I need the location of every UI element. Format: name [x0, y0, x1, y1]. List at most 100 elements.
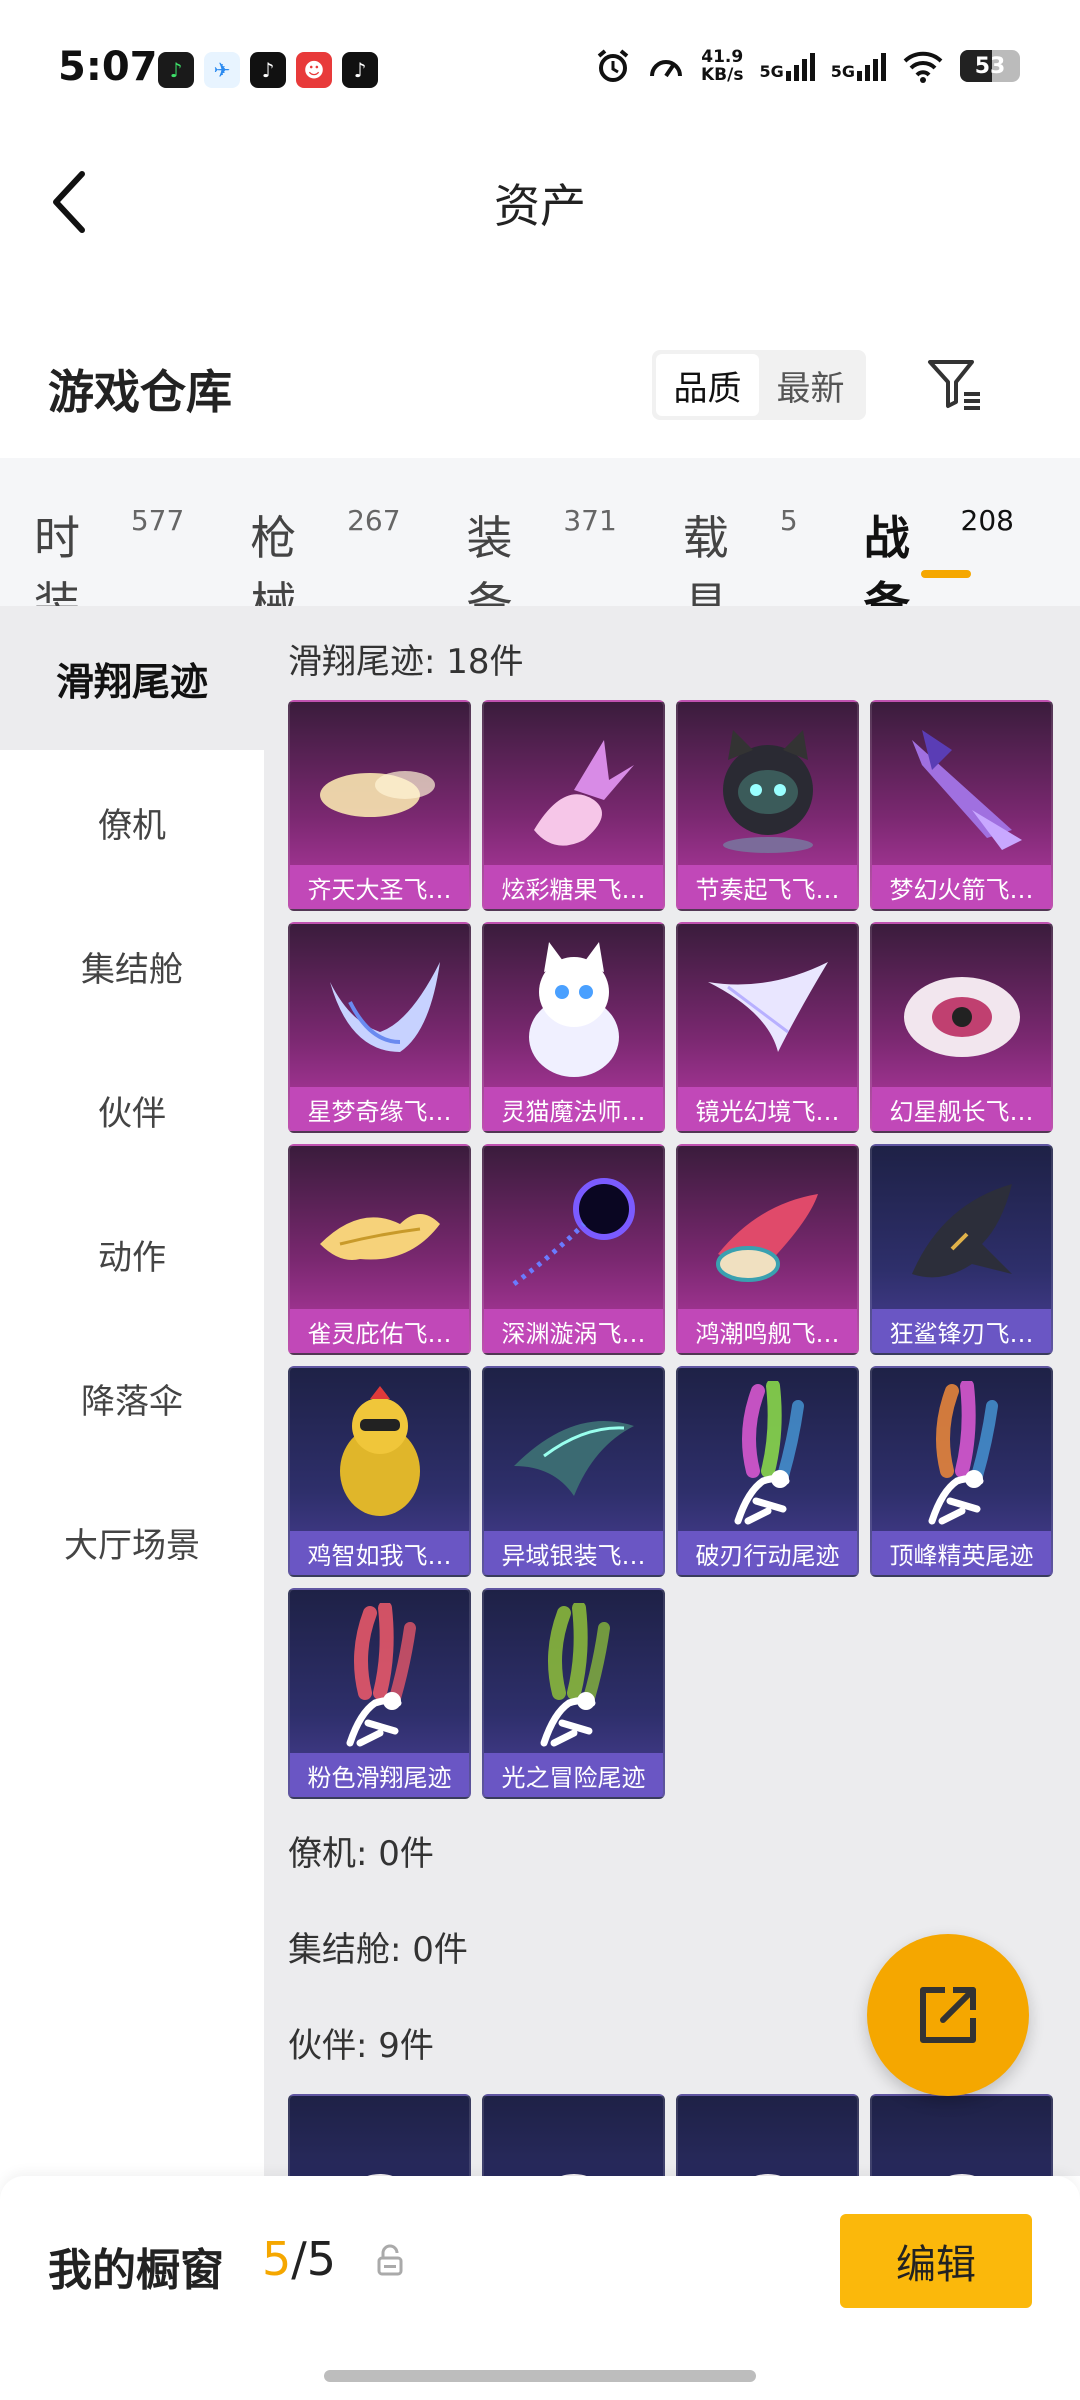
item-card[interactable]: 顶峰精英尾迹 — [870, 1366, 1053, 1577]
shark-icon — [872, 1154, 1051, 1314]
item-name: 破刃行动尾迹 — [678, 1531, 857, 1575]
tab-fashion[interactable]: 时装 577 — [34, 458, 185, 631]
item-name: 光之冒险尾迹 — [484, 1753, 663, 1797]
sidebar-item-emote[interactable]: 动作 — [0, 1182, 264, 1326]
item-card[interactable]: 鸡智如我飞… — [288, 1366, 471, 1577]
clock: 5:07 — [58, 44, 158, 90]
saucer-icon — [872, 932, 1051, 1092]
tab-vehicles[interactable]: 载具 5 — [683, 458, 798, 631]
showcase-count: 5/5 — [262, 2232, 337, 2286]
item-card[interactable]: 光之冒险尾迹 — [482, 1588, 665, 1799]
tab-count: 371 — [563, 504, 617, 537]
smoke-trail-icon — [484, 1598, 663, 1758]
item-card[interactable] — [288, 2094, 471, 2176]
item-name: 狂鲨锋刃飞… — [872, 1309, 1051, 1353]
smoke-trail-icon — [290, 1598, 469, 1758]
companion-icon — [872, 2104, 1051, 2176]
item-card[interactable]: 粉色滑翔尾迹 — [288, 1588, 471, 1799]
wing-icon — [290, 932, 469, 1092]
item-name: 异域银装飞… — [484, 1531, 663, 1575]
companion-icon — [678, 2104, 857, 2176]
edit-button[interactable]: 编辑 — [840, 2214, 1032, 2308]
item-name: 鸿潮鸣舰飞… — [678, 1309, 857, 1353]
item-name: 炫彩糖果飞… — [484, 865, 663, 909]
tab-count: 208 — [960, 504, 1014, 537]
tab-count: 267 — [347, 504, 401, 537]
item-card[interactable]: 深渊漩涡飞… — [482, 1144, 665, 1355]
share-button[interactable] — [867, 1934, 1029, 2096]
item-name: 梦幻火箭飞… — [872, 865, 1051, 909]
sidebar-item-lobby-scene[interactable]: 大厅场景 — [0, 1470, 264, 1614]
item-name: 雀灵庇佑飞… — [290, 1309, 469, 1353]
system-indicators: 41.9 KB/s 5G 5G 53 — [595, 48, 1020, 84]
sidebar-item-parachute[interactable]: 降落伞 — [0, 1326, 264, 1470]
warehouse-header: 游戏仓库 品质 最新 — [0, 340, 1080, 450]
sort-latest-option[interactable]: 最新 — [759, 354, 862, 416]
sidebar-item-rally-pod[interactable]: 集结舱 — [0, 894, 264, 1038]
rocket-icon — [872, 710, 1051, 870]
companion-icon — [484, 2104, 663, 2176]
speedometer-icon — [650, 60, 682, 78]
item-name: 顶峰精英尾迹 — [872, 1531, 1051, 1575]
alarm-icon — [597, 49, 629, 82]
sort-quality-option[interactable]: 品质 — [656, 354, 759, 416]
smoke-trail-icon — [872, 1376, 1051, 1536]
item-card[interactable]: 梦幻火箭飞… — [870, 700, 1053, 911]
group-title-glide-trail: 滑翔尾迹: 18件 — [288, 642, 524, 682]
tab-count: 577 — [130, 504, 185, 537]
item-card[interactable]: 雀灵庇佑飞… — [288, 1144, 471, 1355]
lock-icon — [377, 2244, 403, 2276]
chicken-icon — [290, 1376, 469, 1536]
item-name: 镜光幻境飞… — [678, 1087, 857, 1131]
group-title-partner: 伙伴: 9件 — [288, 2026, 434, 2066]
ship-icon — [678, 1154, 857, 1314]
sidebar-item-wingman[interactable]: 僚机 — [0, 750, 264, 894]
network-speed: 41.9 KB/s — [701, 47, 744, 85]
tab-guns[interactable]: 枪械 267 — [250, 458, 401, 631]
category-tabs: 时装 577 枪械 267 装备 371 载具 5 战备 208 — [0, 458, 1080, 631]
tab-equipment[interactable]: 装备 371 — [467, 458, 617, 631]
item-name: 深渊漩涡飞… — [484, 1309, 663, 1353]
item-name: 粉色滑翔尾迹 — [290, 1753, 469, 1797]
active-tab-indicator — [920, 570, 971, 578]
item-card[interactable]: 破刃行动尾迹 — [676, 1366, 859, 1577]
showcase-bar: 我的橱窗 5/5 编辑 — [0, 2176, 1080, 2400]
warehouse-title: 游戏仓库 — [48, 365, 232, 419]
game-app-icon: ☻ — [296, 52, 332, 88]
feather-wing-icon — [678, 932, 857, 1092]
home-indicator[interactable] — [324, 2370, 756, 2382]
share-icon — [920, 1987, 976, 2043]
cell-signal-1: 5G — [759, 51, 815, 81]
companion-icon — [290, 2104, 469, 2176]
group-title-rally-pod: 集结舱: 0件 — [288, 1930, 468, 1970]
group-title-wingman: 僚机: 0件 — [288, 1834, 434, 1874]
item-card[interactable]: 节奏起飞飞… — [676, 700, 859, 911]
item-card[interactable] — [676, 2094, 859, 2176]
item-name: 鸡智如我飞… — [290, 1531, 469, 1575]
item-card[interactable]: 炫彩糖果飞… — [482, 700, 665, 911]
robot-cat-icon — [678, 710, 857, 870]
wifi-icon — [903, 51, 943, 83]
item-card[interactable] — [482, 2094, 665, 2176]
item-card[interactable]: 异域银装飞… — [482, 1366, 665, 1577]
item-card[interactable]: 镜光幻境飞… — [676, 922, 859, 1133]
music-app-icon: ♪ — [158, 52, 194, 88]
item-card[interactable] — [870, 2094, 1053, 2176]
item-card[interactable]: 鸿潮鸣舰飞… — [676, 1144, 859, 1355]
smoke-trail-icon — [678, 1376, 857, 1536]
status-bar: 5:07 ♪ ✈ ♪ ☻ ♪ 41.9 KB/s 5G 5G 53 — [0, 0, 1080, 140]
sidebar-item-partner[interactable]: 伙伴 — [0, 1038, 264, 1182]
cell-signal-2: 5G — [831, 51, 886, 81]
vortex-icon — [484, 1154, 663, 1314]
item-card[interactable]: 狂鲨锋刃飞… — [870, 1144, 1053, 1355]
cat-icon — [484, 932, 663, 1092]
item-card[interactable]: 灵猫魔法师… — [482, 922, 665, 1133]
page-title: 资产 — [494, 179, 586, 233]
item-name: 节奏起飞飞… — [678, 865, 857, 909]
filter-icon[interactable] — [924, 354, 984, 414]
tab-combat-gear[interactable]: 战备 208 — [864, 458, 1014, 631]
item-card[interactable]: 齐天大圣飞… — [288, 700, 471, 911]
item-card[interactable]: 幻星舰长飞… — [870, 922, 1053, 1133]
sidebar-item-glide-trail[interactable]: 滑翔尾迹 — [0, 606, 264, 750]
item-card[interactable]: 星梦奇缘飞… — [288, 922, 471, 1133]
